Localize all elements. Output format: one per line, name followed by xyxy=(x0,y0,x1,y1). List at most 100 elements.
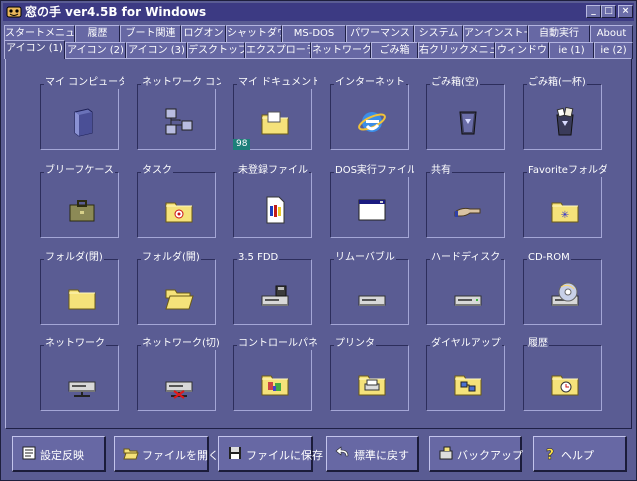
history-folder-icon[interactable] xyxy=(549,367,581,399)
tab-tabs-row2-1[interactable]: アイコン (2) xyxy=(65,42,126,59)
icon-cell-task-folder[interactable]: タスク xyxy=(137,164,216,238)
folder-closed-icon[interactable] xyxy=(66,281,98,313)
tab-tabs-row2-0[interactable]: アイコン (1) xyxy=(4,40,65,59)
floppy-drive-icon[interactable] xyxy=(259,281,291,313)
tab-tabs-row2-8[interactable]: ウィンドウ xyxy=(495,42,549,59)
icon-cell-label: フォルダ(開) xyxy=(141,251,201,264)
app-hand-icon xyxy=(6,6,22,18)
removable-drive-icon[interactable] xyxy=(356,281,388,313)
icon-cell-hard-disk[interactable]: ハードディスク xyxy=(426,251,505,325)
tab-tabs-row1-2[interactable]: ブート関連 xyxy=(120,25,181,42)
tab-tabs-row2-10[interactable]: ie (2) xyxy=(594,42,633,59)
tab-tabs-row1-5[interactable]: MS-DOS xyxy=(282,25,346,42)
icon-cell-network-drive[interactable]: ネットワーク xyxy=(40,337,119,411)
icon-cell-label: フォルダ(閉) xyxy=(44,251,104,264)
icon-cell-label: ネットワーク xyxy=(44,337,106,350)
hard-disk-icon[interactable] xyxy=(452,281,484,313)
help-question-button[interactable]: ? ヘルプ xyxy=(533,436,627,472)
icon-cell-internet-explorer[interactable]: インターネット xyxy=(330,76,409,150)
title-bar[interactable]: 窓の手 ver4.5B for Windows _ □ × xyxy=(3,3,634,21)
network-drive-disconnected-icon[interactable] xyxy=(163,367,195,399)
apply-settings-button[interactable]: 設定反映 xyxy=(12,436,106,472)
icon-cell-dialup-folder[interactable]: ダイヤルアップ xyxy=(426,337,505,411)
favorite-folder-icon[interactable]: ✳ xyxy=(549,194,581,226)
icon-cell-label: ブリーフケース xyxy=(44,164,115,177)
icon-cell-folder-open[interactable]: フォルダ(開) xyxy=(137,251,216,325)
cdrom-icon[interactable] xyxy=(549,281,581,313)
unregistered-file-icon[interactable] xyxy=(259,194,291,226)
svg-text:?: ? xyxy=(546,447,554,461)
floppy-save-button[interactable]: ファイルに保存 xyxy=(218,436,323,472)
tab-tabs-row1-9[interactable]: 自動実行 xyxy=(528,25,590,42)
network-drive-icon[interactable] xyxy=(66,367,98,399)
network-computers-icon[interactable] xyxy=(163,106,195,138)
close-button[interactable]: × xyxy=(618,5,633,18)
printers-folder-icon[interactable] xyxy=(356,367,388,399)
recycle-bin-empty-icon[interactable] xyxy=(452,106,484,138)
tab-tabs-row1-6[interactable]: パワーマンス xyxy=(346,25,414,42)
briefcase-icon[interactable] xyxy=(66,194,98,226)
tab-tabs-row2-2[interactable]: アイコン (3) xyxy=(126,42,187,59)
control-panel-icon[interactable] xyxy=(259,367,291,399)
tab-tabs-row2-5[interactable]: ネットワーク xyxy=(311,42,371,59)
icon-cell-cdrom[interactable]: CD-ROM xyxy=(523,251,602,325)
icon-cell-history-folder[interactable]: 履歴 xyxy=(523,337,602,411)
icon-cell-label: Favoriteフォルダ xyxy=(527,164,607,177)
tab-tabs-row1-3[interactable]: ログオン xyxy=(181,25,226,42)
icon-cell-favorite-folder[interactable]: Favoriteフォルダ ✳ xyxy=(523,164,607,238)
svg-text:✳: ✳ xyxy=(561,210,569,221)
folder-open-icon[interactable] xyxy=(163,281,195,313)
tab-tabs-row2-9[interactable]: ie (1) xyxy=(549,42,594,59)
icon-cell-network-drive-disconnected[interactable]: ネットワーク(切) xyxy=(137,337,221,411)
button-label: ファイルに保存 xyxy=(246,449,323,462)
tab-tabs-row1-10[interactable]: About xyxy=(590,25,633,42)
icon-cell-shared-hand[interactable]: 共有 xyxy=(426,164,505,238)
icon-cell-label: ネットワーク コンピュ xyxy=(141,76,221,89)
icon-cell-recycle-bin-full[interactable]: ごみ箱(一杯) xyxy=(523,76,602,150)
undo-arrow-button[interactable]: 標準に戻す xyxy=(326,436,419,472)
my-computer-icon[interactable] xyxy=(66,106,98,138)
icon-cell-removable-drive[interactable]: リムーバブル xyxy=(330,251,409,325)
my-documents-icon[interactable] xyxy=(259,106,291,138)
tab-tabs-row2-7[interactable]: 右クリックメニュー xyxy=(418,42,495,59)
icon-cell-control-panel[interactable]: コントロールパネル xyxy=(233,337,317,411)
icon-cell-label: ごみ箱(一杯) xyxy=(527,76,587,89)
button-label: バックアップ xyxy=(457,449,523,462)
tab-tabs-row1-7[interactable]: システム xyxy=(414,25,463,42)
tab-tabs-row2-3[interactable]: デスクトップ xyxy=(187,42,245,59)
internet-explorer-icon[interactable] xyxy=(356,106,388,138)
icon-cell-floppy-drive[interactable]: 3.5 FDD xyxy=(233,251,312,325)
maximize-button[interactable]: □ xyxy=(601,5,616,18)
recycle-bin-full-icon[interactable] xyxy=(549,106,581,138)
main-window: 窓の手 ver4.5B for Windows _ □ × スタートメニュー履歴… xyxy=(0,0,637,481)
backup-button[interactable]: バックアップ xyxy=(429,436,523,472)
button-label: ファイルを開く xyxy=(142,449,219,462)
open-folder-button[interactable]: ファイルを開く xyxy=(114,436,219,472)
icon-cell-dos-executable[interactable]: DOS実行ファイル xyxy=(330,164,414,238)
tab-tabs-row2-4[interactable]: エクスプローラ xyxy=(245,42,311,59)
minimize-button[interactable]: _ xyxy=(586,5,601,18)
task-folder-icon[interactable] xyxy=(163,194,195,226)
tab-tabs-row1-8[interactable]: アンインストール xyxy=(463,25,528,42)
dos-executable-icon[interactable] xyxy=(356,194,388,226)
icon-cell-label: DOS実行ファイル xyxy=(334,164,414,177)
icon-cell-network-computers[interactable]: ネットワーク コンピュ xyxy=(137,76,221,150)
icon-settings-panel: マイ コンピュータ ネットワーク コンピュ マイ ドキュメント 98 インターネット ごみ… xyxy=(5,58,632,429)
icon-cell-my-documents[interactable]: マイ ドキュメント 98 xyxy=(233,76,317,150)
icon-cell-label: 共有 xyxy=(430,164,452,177)
tab-tabs-row2-6[interactable]: ごみ箱 xyxy=(371,42,418,59)
icon-cell-unregistered-file[interactable]: 未登録ファイル xyxy=(233,164,312,238)
tab-tabs-row1-4[interactable]: シャットダウン xyxy=(226,25,282,42)
icon-cell-label: インターネット xyxy=(334,76,406,89)
icon-cell-my-computer[interactable]: マイ コンピュータ xyxy=(40,76,124,150)
icon-cell-folder-closed[interactable]: フォルダ(閉) xyxy=(40,251,119,325)
apply-settings-icon xyxy=(22,446,36,460)
tab-tabs-row1-1[interactable]: 履歴 xyxy=(75,25,120,42)
shared-hand-icon[interactable] xyxy=(452,194,484,226)
button-label: 設定反映 xyxy=(40,449,84,462)
dialup-folder-icon[interactable] xyxy=(452,367,484,399)
icon-cell-briefcase[interactable]: ブリーフケース xyxy=(40,164,119,238)
icon-cell-recycle-bin-empty[interactable]: ごみ箱(空) xyxy=(426,76,505,150)
icon-cell-printers-folder[interactable]: プリンタ xyxy=(330,337,409,411)
icon-cell-label: CD-ROM xyxy=(527,251,571,264)
